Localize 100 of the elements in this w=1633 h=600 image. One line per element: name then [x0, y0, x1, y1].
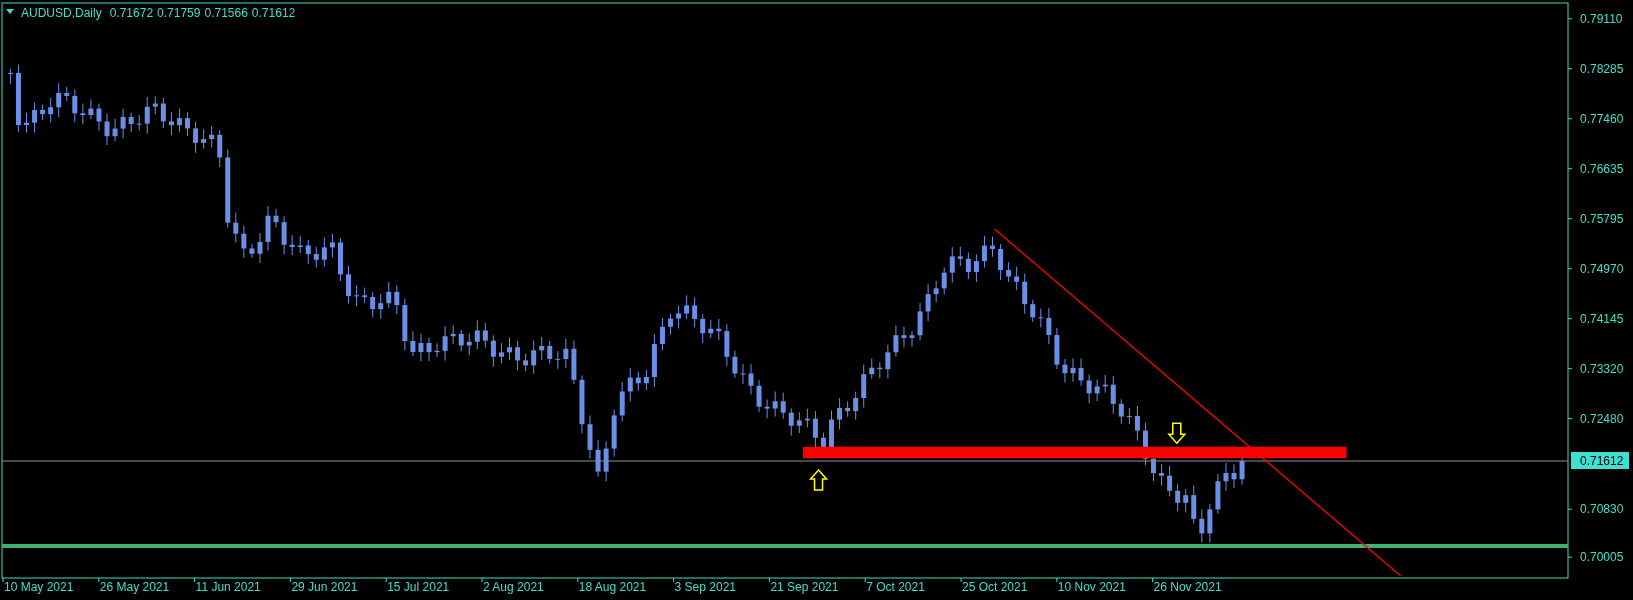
dropdown-triangle-icon[interactable]	[6, 9, 14, 14]
candle	[579, 374, 585, 435]
candle	[273, 208, 279, 228]
time-axis-label: 15 Jul 2021	[387, 580, 450, 594]
price-axis-label: 0.72480	[1580, 411, 1624, 426]
chart-title: AUDUSD,Daily	[21, 6, 102, 20]
candle	[1102, 374, 1108, 394]
candle	[861, 364, 867, 409]
candle	[362, 287, 368, 304]
time-axis-label: 10 May 2021	[4, 580, 74, 594]
price-axis-label: 0.70830	[1580, 502, 1624, 517]
candle	[700, 313, 706, 344]
candle	[1134, 405, 1140, 442]
candle	[788, 407, 794, 437]
candle	[442, 325, 448, 362]
candle	[88, 98, 94, 120]
candle	[346, 265, 351, 305]
candle	[941, 266, 947, 295]
candle	[893, 324, 899, 358]
candle	[434, 342, 440, 358]
candle	[627, 367, 633, 402]
candle	[7, 68, 13, 85]
price-axis-label: 0.78285	[1580, 61, 1624, 76]
candle	[635, 371, 641, 392]
candle	[241, 225, 247, 259]
candle	[289, 234, 295, 256]
price-axis-label: 0.75795	[1580, 211, 1624, 226]
candle	[1038, 308, 1044, 328]
candle	[1207, 503, 1213, 543]
candle	[1070, 357, 1076, 383]
candle	[249, 243, 255, 259]
candle	[354, 284, 360, 307]
candle	[1022, 273, 1028, 315]
candle	[370, 291, 376, 318]
candle	[104, 113, 110, 146]
candle	[64, 86, 70, 102]
candle	[643, 369, 649, 391]
candle	[257, 232, 263, 264]
candle	[732, 350, 738, 379]
price-axis-label: 0.74970	[1580, 261, 1624, 276]
candle	[15, 63, 21, 133]
candle	[1223, 462, 1229, 492]
candle	[56, 82, 62, 118]
candle	[1006, 261, 1012, 283]
candle	[539, 336, 545, 361]
candle	[209, 125, 215, 148]
candle	[281, 215, 287, 255]
candle	[1078, 357, 1084, 387]
candle	[748, 363, 754, 395]
candle	[1199, 508, 1205, 543]
candle	[321, 236, 327, 268]
candle	[466, 332, 472, 356]
down-arrow-icon	[1167, 422, 1187, 445]
up-arrow-icon	[808, 468, 829, 491]
candle	[482, 322, 488, 348]
time-axis-label: 26 Nov 2021	[1153, 580, 1222, 594]
candle	[764, 398, 770, 419]
candle	[329, 233, 335, 258]
candle	[96, 103, 102, 132]
candle	[426, 337, 432, 362]
candle	[595, 439, 601, 478]
time-axis-label: 2 Aug 2021	[483, 580, 544, 594]
candle	[853, 391, 859, 421]
price-axis-label: 0.70005	[1580, 550, 1624, 565]
candle	[756, 379, 762, 413]
time-axis-label: 11 Jun 2021	[195, 580, 261, 594]
candle	[547, 340, 553, 365]
candle	[1030, 299, 1036, 323]
candle	[297, 235, 303, 254]
candle	[152, 95, 158, 115]
candle	[909, 330, 915, 348]
candle	[804, 408, 810, 428]
candle	[772, 390, 778, 418]
candle	[80, 103, 86, 125]
candle	[1086, 374, 1092, 404]
candle	[1126, 407, 1132, 425]
candle	[684, 294, 690, 320]
candle	[120, 108, 126, 139]
candle	[587, 415, 593, 460]
time-axis-label: 21 Sep 2021	[770, 580, 839, 594]
candle	[490, 334, 496, 368]
candle	[708, 319, 714, 339]
candle	[925, 283, 931, 322]
candle	[144, 96, 150, 135]
candle	[780, 392, 786, 420]
candle	[498, 342, 504, 364]
candle	[1014, 266, 1020, 291]
candle	[724, 323, 730, 367]
candle	[965, 252, 971, 280]
candle	[337, 237, 343, 282]
candle	[1118, 398, 1124, 425]
time-axis-label: 18 Aug 2021	[578, 580, 647, 594]
candle	[233, 212, 239, 244]
price-axis-label: 0.76635	[1580, 161, 1624, 176]
candle	[1054, 327, 1060, 370]
candle	[1183, 488, 1189, 513]
candle	[402, 298, 408, 351]
candle	[386, 281, 392, 309]
candle	[458, 329, 464, 352]
candle	[845, 400, 851, 418]
